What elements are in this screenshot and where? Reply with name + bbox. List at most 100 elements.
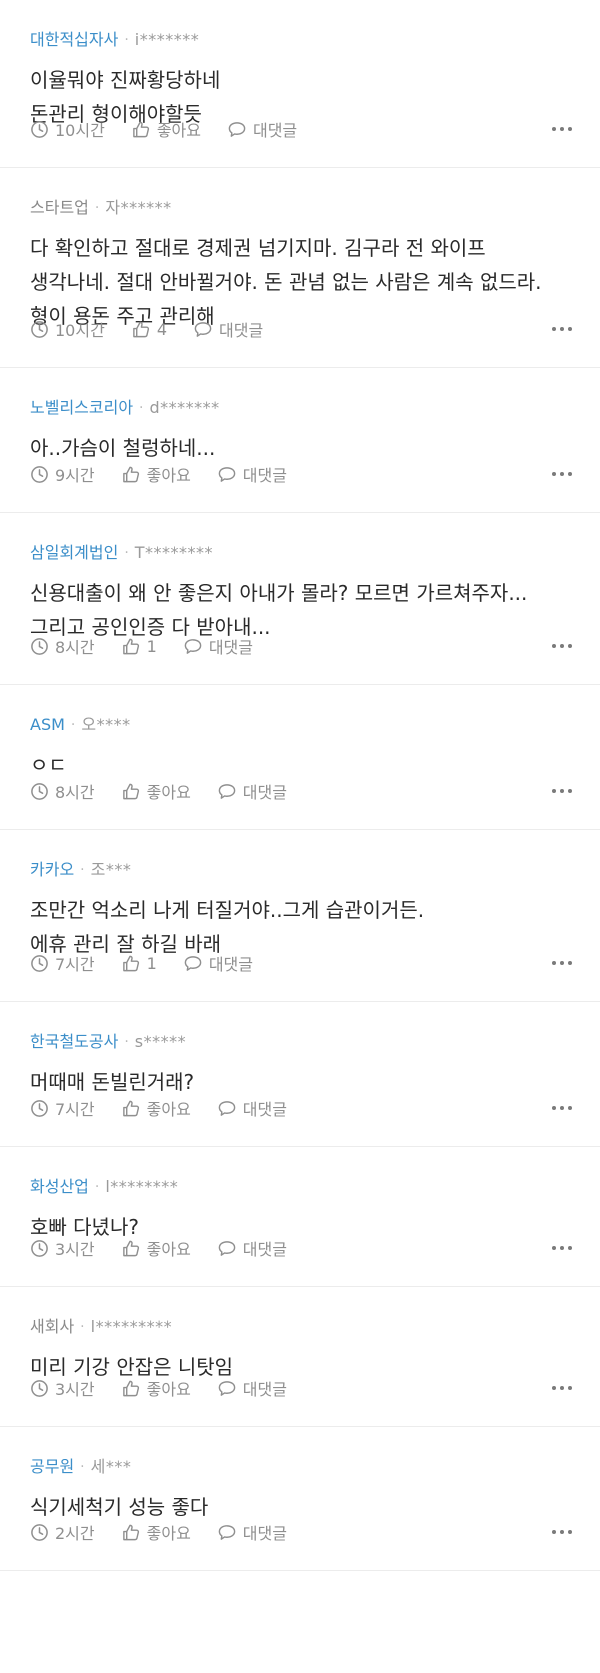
thumbs-up-icon [122,1380,139,1396]
like-button[interactable]: 좋아요 [121,1236,191,1260]
company-name[interactable]: 한국철도공사 [30,1032,118,1052]
like-count: 4 [156,319,167,339]
company-name[interactable]: 카카오 [30,860,74,880]
like-count: 좋아요 [146,783,191,802]
time-ago-text: 8시간 [55,638,95,657]
comment-header: 새회사 · l********* [30,1317,570,1337]
company-name[interactable]: 삼일회계법인 [30,543,118,563]
thumbs-up-icon [122,638,139,654]
comment-item: 스타트업 · 자****** 다 확인하고 절대로 경제권 넘기지마. 김구라 … [0,168,600,368]
like-button[interactable]: 좋아요 [121,462,191,486]
speech-bubble-icon [228,121,246,137]
like-count: 좋아요 [146,466,191,485]
company-name[interactable]: 화성산업 [30,1177,89,1197]
masked-username: d******* [149,398,220,417]
comment-item: 새회사 · l********* 미리 기강 안잡은 니탓임 3시간 좋아요 대… [0,1287,600,1427]
thumbs-up-icon [122,955,139,971]
thumbs-up-icon [122,1100,139,1116]
reply-label: 대댓글 [242,1524,287,1543]
like-count: 좋아요 [146,1100,191,1119]
time-ago-text: 10시간 [55,121,105,140]
company-name[interactable]: 노벨리스코리아 [30,398,133,418]
company-name[interactable]: 공무원 [30,1457,74,1477]
thumbs-up-icon [132,121,149,137]
separator-dot: · [80,1319,85,1335]
company-name[interactable]: 대한적십자사 [30,30,118,50]
company-name[interactable]: 스타트업 [30,198,89,218]
comment-footer: 10시간 좋아요 대댓글 [30,117,574,141]
masked-username: l********* [90,1317,173,1336]
comment-footer: 3시간 좋아요 대댓글 [30,1236,574,1260]
clock-icon [31,1239,48,1257]
speech-bubble-icon [218,1380,236,1396]
more-horizontal-icon[interactable] [550,957,574,969]
separator-dot: · [124,32,129,48]
separator-dot: · [70,717,76,733]
reply-button[interactable]: 대댓글 [183,634,253,658]
more-horizontal-icon[interactable] [550,1382,574,1394]
reply-button[interactable]: 대댓글 [217,462,287,486]
reply-button[interactable]: 대댓글 [183,951,253,975]
like-button[interactable]: 좋아요 [121,779,191,803]
more-horizontal-icon[interactable] [550,468,574,480]
masked-username: s***** [134,1032,187,1051]
reply-button[interactable]: 대댓글 [193,317,263,341]
like-button[interactable]: 4 [131,320,167,339]
more-horizontal-icon[interactable] [550,1242,574,1254]
like-button[interactable]: 좋아요 [121,1520,191,1544]
reply-label: 대댓글 [242,783,287,802]
time-ago: 10시간 [30,317,105,341]
time-ago-text: 7시간 [55,955,95,974]
like-button[interactable]: 좋아요 [121,1376,191,1400]
reply-label: 대댓글 [242,1100,287,1119]
comment-header: 노벨리스코리아 · d******* [30,398,570,418]
thumbs-up-icon [122,783,139,799]
comment-footer: 7시간 좋아요 대댓글 [30,1096,574,1120]
reply-label: 대댓글 [208,638,253,657]
company-name[interactable]: ASM [30,715,65,735]
reply-button[interactable]: 대댓글 [217,1520,287,1544]
reply-button[interactable]: 대댓글 [227,117,297,141]
time-ago-text: 3시간 [55,1380,95,1399]
comment-header: 화성산업 · l******** [30,1177,570,1197]
comment-footer: 8시간 좋아요 대댓글 [30,779,574,803]
comment-footer: 9시간 좋아요 대댓글 [30,462,574,486]
comment-header: 한국철도공사 · s***** [30,1032,570,1052]
more-horizontal-icon[interactable] [550,323,574,335]
time-ago: 9시간 [30,462,95,486]
speech-bubble-icon [218,1100,236,1116]
comment-text: 식기세척기 성능 좋다 [30,1495,209,1519]
clock-icon [31,320,48,338]
reply-button[interactable]: 대댓글 [217,779,287,803]
separator-dot: · [124,1034,129,1050]
clock-icon [31,637,48,655]
reply-button[interactable]: 대댓글 [217,1096,287,1120]
reply-label: 대댓글 [242,1240,287,1259]
speech-bubble-icon [218,466,236,482]
like-button[interactable]: 좋아요 [131,117,201,141]
comment-footer: 2시간 좋아요 대댓글 [30,1520,574,1544]
masked-username: l******** [105,1177,179,1196]
like-button[interactable]: 1 [121,954,157,973]
time-ago-text: 9시간 [55,466,95,485]
clock-icon [31,465,48,483]
clock-icon [31,1099,48,1117]
like-count: 좋아요 [146,1380,191,1399]
like-button[interactable]: 좋아요 [121,1096,191,1120]
more-horizontal-icon[interactable] [550,1102,574,1114]
more-horizontal-icon[interactable] [550,640,574,652]
reply-label: 대댓글 [242,1380,287,1399]
comment-text: ㅇㄷ [30,753,67,777]
like-count: 1 [146,953,157,973]
reply-button[interactable]: 대댓글 [217,1236,287,1260]
more-horizontal-icon[interactable] [550,785,574,797]
masked-username: 조*** [90,860,132,879]
like-count: 1 [146,636,157,656]
like-button[interactable]: 1 [121,637,157,656]
separator-dot: · [80,862,85,878]
company-name[interactable]: 새회사 [30,1317,74,1337]
reply-button[interactable]: 대댓글 [217,1376,287,1400]
more-horizontal-icon[interactable] [550,1526,574,1538]
speech-bubble-icon [184,638,202,654]
more-horizontal-icon[interactable] [550,123,574,135]
